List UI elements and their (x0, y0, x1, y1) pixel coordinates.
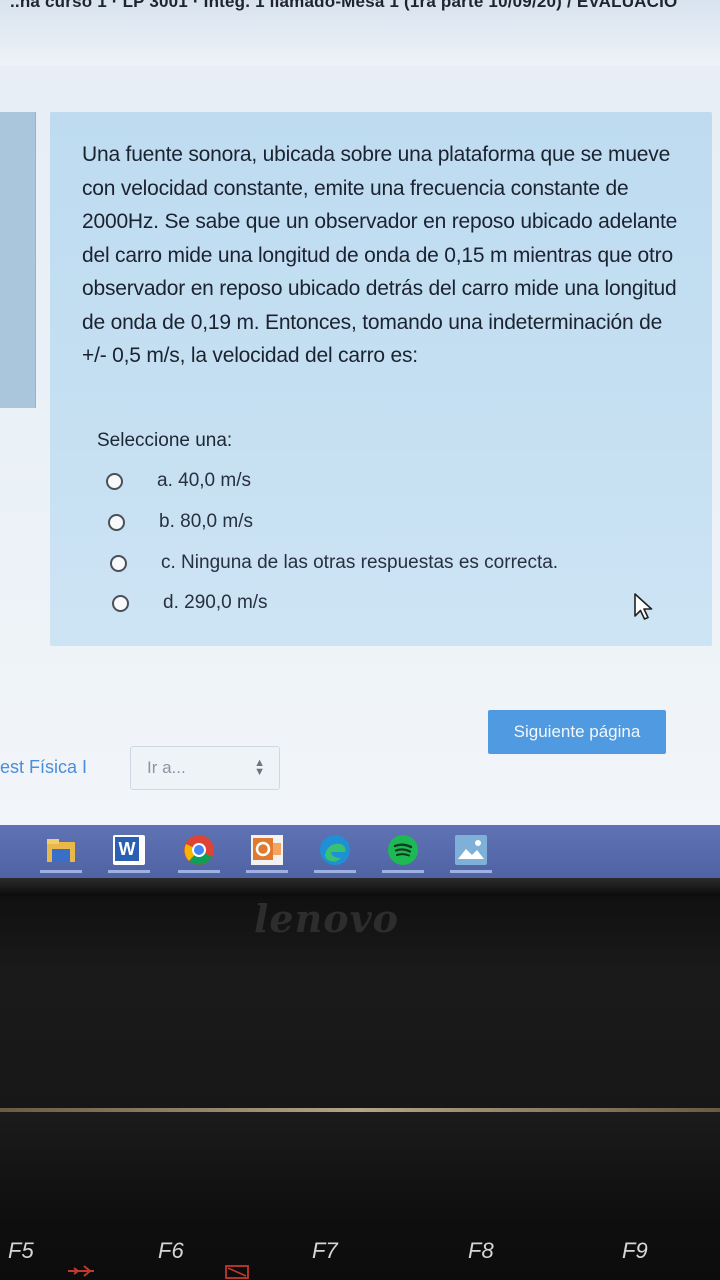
bezel-edge (0, 878, 720, 896)
key-f5[interactable]: F5 (8, 1238, 34, 1264)
display-off-icon (225, 1265, 249, 1279)
answer-option-c[interactable]: c. Ninguna de las otras respuestas es co… (110, 548, 670, 578)
answer-option-b[interactable]: b. 80,0 m/s (108, 507, 668, 537)
taskbar-photos[interactable] (450, 833, 492, 873)
monitor-screen: ..na curso 1 · LP 3001 · Integ. 1 llamad… (0, 0, 720, 880)
edge-icon (320, 835, 350, 865)
answer-option-d[interactable]: d. 290,0 m/s (112, 588, 672, 618)
brand-logo: lenovo (254, 896, 400, 941)
key-f7[interactable]: F7 (312, 1238, 338, 1264)
key-f6[interactable]: F6 (158, 1238, 184, 1264)
key-f9[interactable]: F9 (622, 1238, 648, 1264)
folder-icon (47, 839, 75, 862)
active-indicator (40, 870, 82, 873)
outlook-icon (251, 835, 283, 865)
svg-text:W: W (119, 839, 136, 859)
taskbar-word[interactable]: W (108, 833, 150, 873)
jump-to-select[interactable]: Ir a... ▲ ▼ (130, 746, 280, 790)
radio-button[interactable] (108, 513, 125, 531)
breadcrumb[interactable]: ..na curso 1 · LP 3001 · Integ. 1 llamad… (0, 0, 720, 16)
next-page-button[interactable]: Siguiente página (488, 710, 666, 754)
key-f8[interactable]: F8 (468, 1238, 494, 1264)
radio-button[interactable] (106, 472, 123, 490)
photos-icon (455, 835, 487, 865)
taskbar-chrome[interactable] (178, 833, 220, 873)
option-label: a. 40,0 m/s (157, 470, 251, 491)
select-arrows-icon: ▲ ▼ (254, 757, 265, 778)
option-label: b. 80,0 m/s (159, 511, 253, 532)
active-indicator (246, 870, 288, 873)
active-indicator (314, 870, 356, 873)
taskbar-spotify[interactable] (382, 833, 424, 873)
answer-option-a[interactable]: a. 40,0 m/s (106, 466, 666, 496)
chrome-icon (184, 835, 214, 865)
select-prompt: Seleccione una: (97, 430, 233, 451)
mouse-cursor-icon (634, 593, 653, 620)
taskbar-file-explorer[interactable] (40, 833, 82, 873)
taskbar-edge[interactable] (314, 833, 356, 873)
active-indicator (382, 870, 424, 873)
spotify-icon (388, 835, 418, 865)
active-indicator (178, 870, 220, 873)
taskbar-outlook[interactable] (246, 833, 288, 873)
active-indicator (108, 870, 150, 873)
option-label: c. Ninguna de las otras respuestas es co… (161, 552, 559, 573)
question-info-panel (0, 112, 36, 408)
keyboard (0, 1112, 720, 1280)
active-indicator (450, 870, 492, 873)
word-icon: W (113, 835, 145, 865)
taskbar: W (0, 825, 720, 880)
radio-button[interactable] (110, 554, 127, 572)
quiz-header: ..na curso 1 · LP 3001 · Integ. 1 llamad… (0, 0, 720, 66)
option-label: d. 290,0 m/s (163, 592, 268, 613)
jump-to-label: Ir a... (147, 758, 186, 777)
airplane-mode-icon (68, 1265, 94, 1277)
question-text: Una fuente sonora, ubicada sobre una pla… (82, 143, 678, 367)
previous-activity-link[interactable]: est Física I (0, 757, 87, 778)
radio-button[interactable] (112, 594, 129, 612)
